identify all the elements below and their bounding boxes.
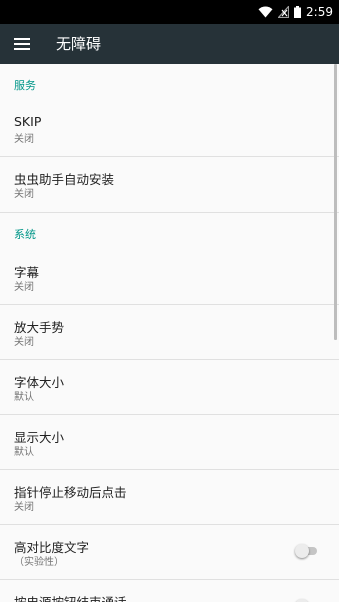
setting-item-auto-install[interactable]: 虫虫助手自动安装 关闭 xyxy=(0,157,339,212)
scrollbar[interactable] xyxy=(334,64,337,340)
setting-item-magnification[interactable]: 放大手势 关闭 xyxy=(0,305,339,360)
setting-item-high-contrast-text[interactable]: 高对比度文字 （实验性） xyxy=(0,525,339,580)
settings-list[interactable]: 服务 SKIP 关闭 虫虫助手自动安装 关闭 系统 字幕 关闭 放大手势 关闭 … xyxy=(0,64,339,602)
section-header-services: 服务 xyxy=(14,79,36,92)
app-bar: 无障碍 xyxy=(0,24,339,64)
setting-subtitle: 关闭 xyxy=(14,337,34,348)
status-time: 2:59 xyxy=(306,5,333,19)
setting-subtitle: （实验性） xyxy=(14,557,64,568)
page-title: 无障碍 xyxy=(56,35,102,53)
no-signal-icon xyxy=(277,3,290,22)
toggle-thumb xyxy=(295,544,309,558)
setting-item-font-size[interactable]: 字体大小 默认 xyxy=(0,360,339,415)
status-bar: 2:59 xyxy=(0,0,339,24)
status-icons: 2:59 xyxy=(258,4,333,20)
wifi-icon xyxy=(258,3,273,22)
setting-title: 按电源按钮结束通话 xyxy=(14,592,127,602)
section-header-system: 系统 xyxy=(0,212,339,250)
setting-item-skip[interactable]: SKIP 关闭 xyxy=(0,102,339,157)
setting-item-display-size[interactable]: 显示大小 默认 xyxy=(0,415,339,470)
battery-icon xyxy=(294,3,302,22)
menu-button[interactable] xyxy=(8,30,36,58)
setting-subtitle: 关闭 xyxy=(14,134,34,145)
setting-subtitle: 关闭 xyxy=(14,502,34,513)
setting-subtitle: 默认 xyxy=(14,392,34,403)
setting-title: SKIP xyxy=(14,114,42,129)
setting-subtitle: 默认 xyxy=(14,447,34,458)
high-contrast-toggle[interactable] xyxy=(295,544,317,558)
setting-item-power-button-ends-call[interactable]: 按电源按钮结束通话 xyxy=(0,580,339,602)
setting-item-dwell-click[interactable]: 指针停止移动后点击 关闭 xyxy=(0,470,339,525)
menu-icon xyxy=(14,35,30,54)
setting-subtitle: 关闭 xyxy=(14,189,34,200)
setting-item-captions[interactable]: 字幕 关闭 xyxy=(0,250,339,305)
setting-subtitle: 关闭 xyxy=(14,282,34,293)
